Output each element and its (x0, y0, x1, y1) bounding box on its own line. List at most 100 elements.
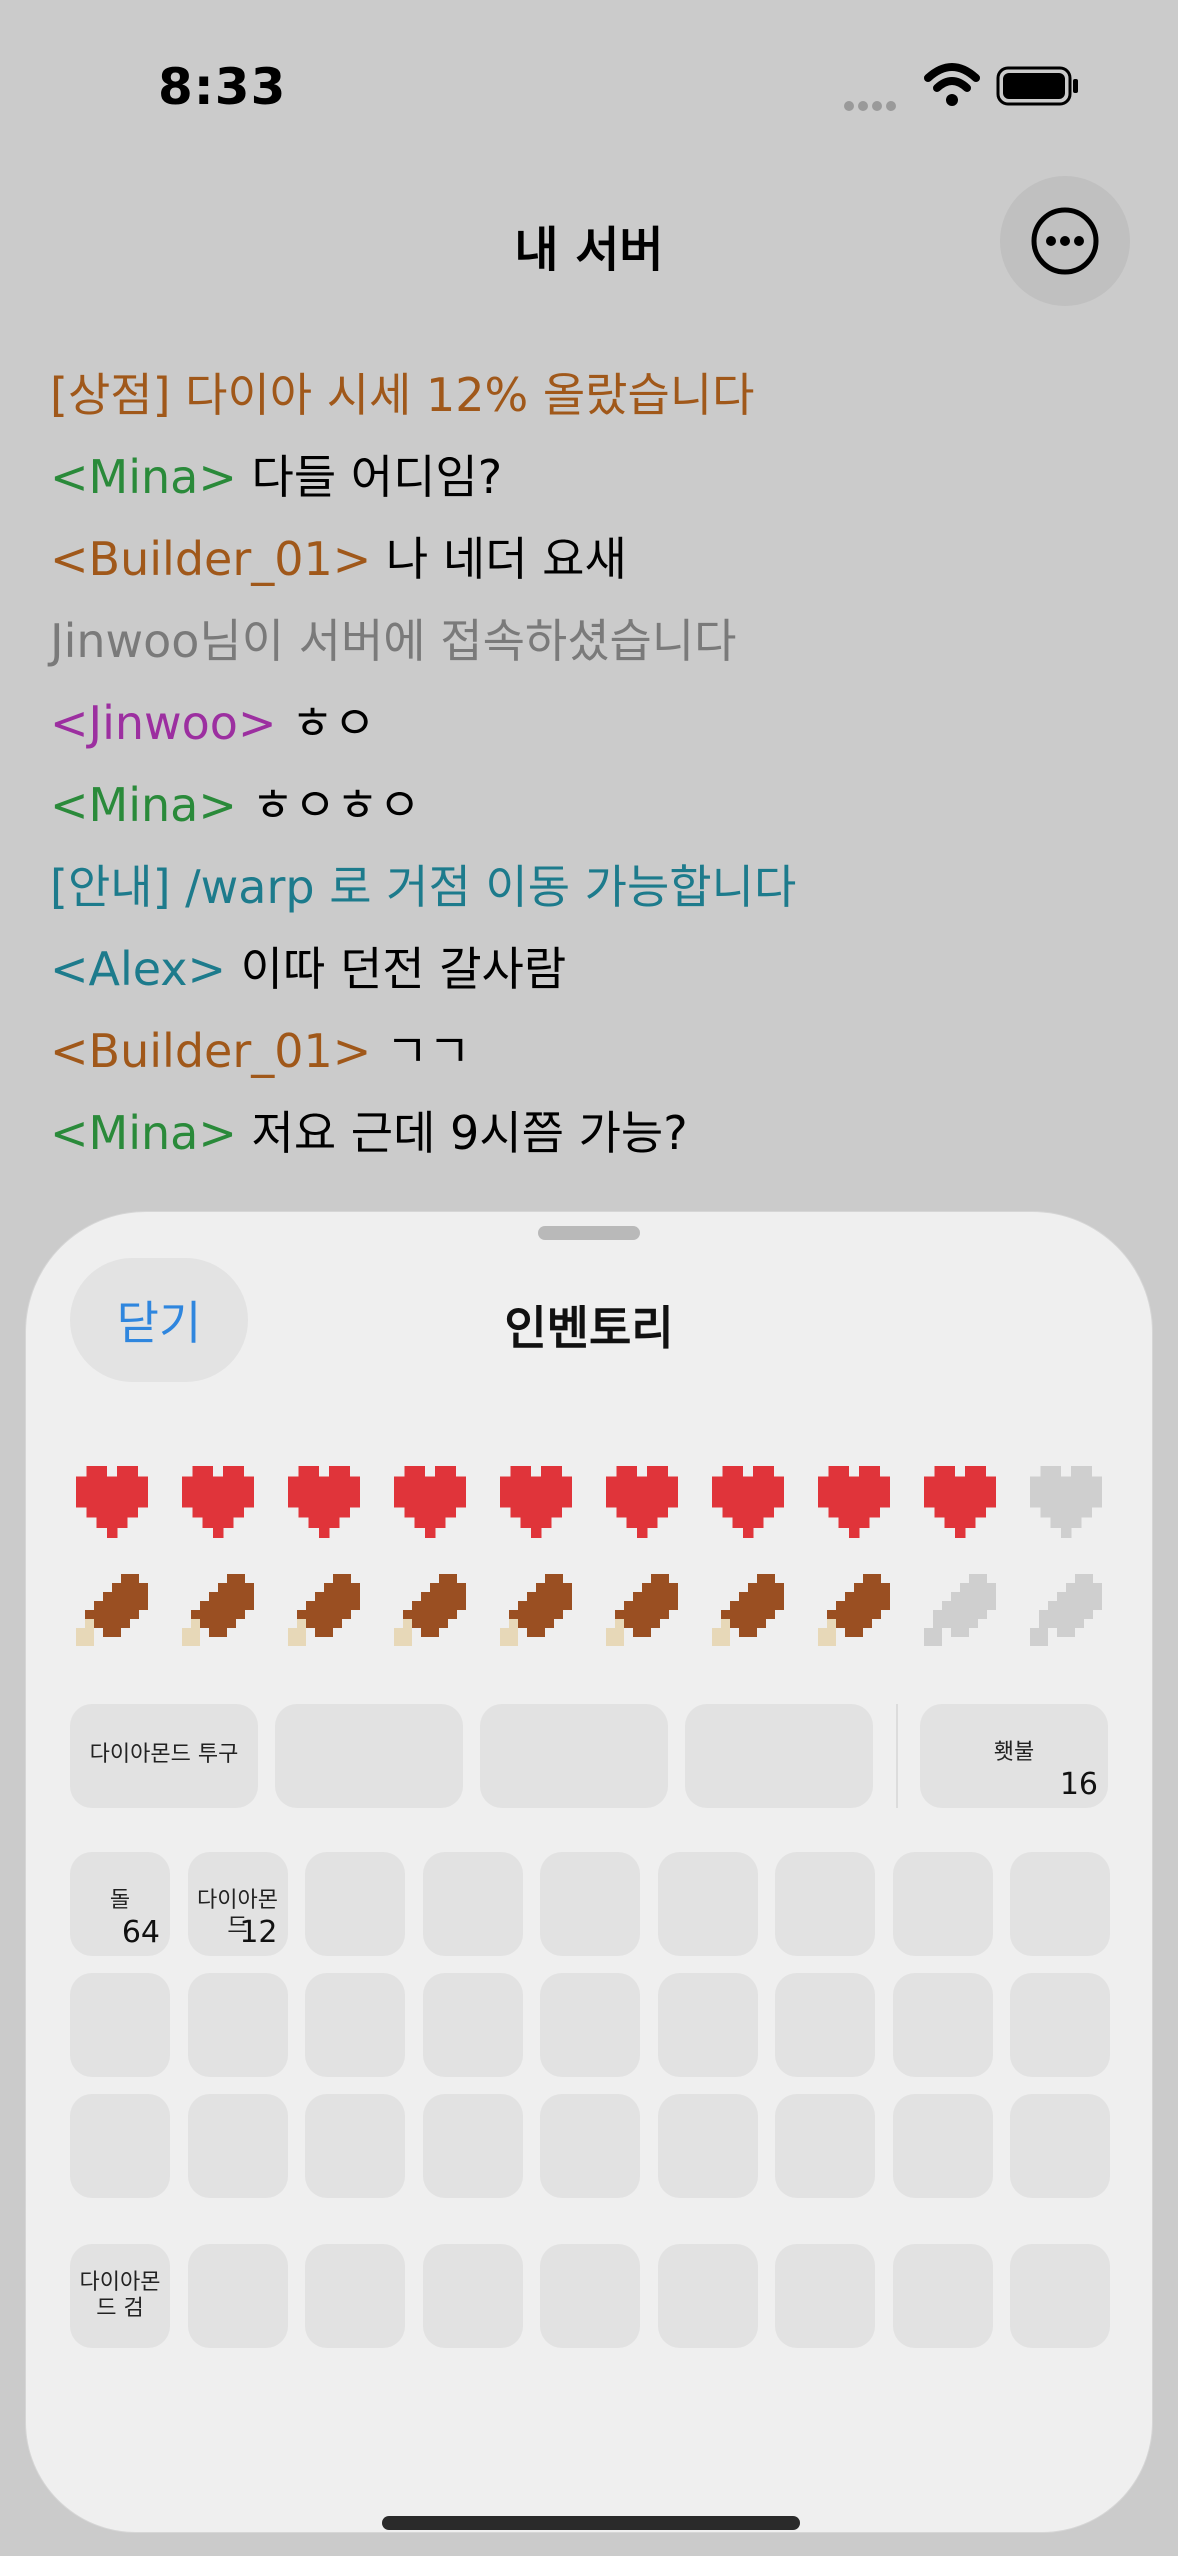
chat-text: 나 네더 요새 (371, 532, 627, 586)
heart-full-icon (394, 1466, 467, 1539)
inventory-slot[interactable] (657, 2094, 758, 2198)
inventory-slot[interactable] (275, 1704, 463, 1808)
inventory-slot[interactable]: 횃불 16 (920, 1704, 1108, 1808)
battery-icon (996, 66, 1078, 106)
inventory-slot[interactable] (540, 2094, 640, 2198)
inventory-slot[interactable] (305, 1973, 405, 2077)
inventory-slot[interactable] (892, 2244, 993, 2348)
inventory-slot[interactable] (1010, 2244, 1110, 2348)
chat-sender: <Alex> (50, 942, 227, 996)
chat-message: <Mina> ㅎㅇㅎㅇ (50, 772, 1150, 854)
inventory-slot[interactable] (187, 1973, 288, 2077)
chat-text: ㅎㅇ (276, 696, 376, 750)
chat-sender: <Mina> (50, 778, 237, 832)
drumstick-full-icon (818, 1574, 891, 1647)
inventory-slot[interactable] (540, 1973, 640, 2077)
inventory-slot[interactable] (305, 2244, 405, 2348)
heart-full-icon (924, 1466, 997, 1539)
chat-sender: <Mina> (50, 1106, 237, 1160)
heart-empty-icon (1030, 1466, 1103, 1539)
inventory-slot[interactable] (685, 1704, 873, 1808)
wifi-icon (924, 63, 980, 106)
chat-message: <Mina> 다들 어디임? (50, 444, 1150, 526)
inventory-slot[interactable] (305, 1852, 405, 1956)
chat-message: <Mina> 저요 근데 9시쯤 가능? (50, 1100, 1150, 1182)
inventory-slot[interactable] (775, 1852, 875, 1956)
chat-message: <Builder_01> 나 네더 요새 (50, 526, 1150, 608)
sheet-title: 인벤토리 (504, 1301, 674, 1355)
inventory-slot[interactable] (305, 2094, 405, 2198)
inventory-slot[interactable] (892, 1973, 993, 2077)
item-name: 돌 (109, 1888, 131, 1913)
drumstick-full-icon (394, 1574, 467, 1647)
heart-full-icon (182, 1466, 255, 1539)
heart-full-icon (76, 1466, 149, 1539)
inventory-slot[interactable] (70, 1973, 170, 2077)
item-count: 64 (121, 1915, 160, 1950)
chat-message: <Alex> 이따 던전 갈사람 (50, 936, 1150, 1018)
chat-sender: <Builder_01> (50, 532, 372, 586)
inventory-slot[interactable] (892, 2094, 993, 2198)
drumstick-empty-icon (1030, 1574, 1103, 1647)
chat-sender: <Mina> (50, 450, 237, 504)
chat-message: Jinwoo님이 서버에 접속하셨습니다 (50, 614, 737, 668)
inventory-slot[interactable]: 돌 64 (70, 1852, 170, 1956)
inventory-slot[interactable] (1010, 1973, 1110, 2077)
heart-full-icon (288, 1466, 361, 1539)
chat-message: [상점] 다이아 시세 12% 올랐습니다 (50, 368, 755, 422)
item-count: 16 (1059, 1767, 1098, 1802)
drumstick-full-icon (288, 1574, 361, 1647)
item-name: 다이아몬드 검 (79, 2270, 161, 2321)
chat-sender: <Builder_01> (50, 1024, 372, 1078)
inventory-slot[interactable] (540, 2244, 640, 2348)
ellipsis-circle-icon (1031, 207, 1099, 275)
drumstick-full-icon (76, 1574, 149, 1647)
drumstick-full-icon (182, 1574, 255, 1647)
inventory-slot[interactable] (1010, 1852, 1110, 1956)
inventory-slot[interactable] (480, 1704, 668, 1808)
status-time: 8:33 (158, 58, 287, 116)
inventory-slot[interactable]: 다이아몬드 12 (187, 1852, 288, 1956)
inventory-slot[interactable] (70, 2094, 170, 2198)
home-indicator[interactable] (382, 2516, 800, 2530)
drumstick-full-icon (712, 1574, 785, 1647)
inventory-slot[interactable] (657, 1973, 758, 2077)
drumstick-empty-icon (924, 1574, 997, 1647)
more-button[interactable] (1000, 176, 1130, 306)
inventory-slot[interactable] (187, 2094, 288, 2198)
chat-message: <Builder_01> ㄱㄱ (50, 1018, 1150, 1100)
drumstick-full-icon (500, 1574, 573, 1647)
health-bar (76, 1466, 1136, 1546)
inventory-slot[interactable] (657, 2244, 758, 2348)
inventory-slot[interactable] (892, 1852, 993, 1956)
chat-text: 이따 던전 갈사람 (226, 942, 567, 996)
chat-text: 저요 근데 9시쯤 가능? (236, 1106, 688, 1160)
heart-full-icon (712, 1466, 785, 1539)
chat-text: ㄱㄱ (371, 1024, 471, 1078)
inventory-slot[interactable] (657, 1852, 758, 1956)
heart-full-icon (500, 1466, 573, 1539)
inventory-slot[interactable] (775, 1973, 875, 2077)
sheet-grabber[interactable] (538, 1226, 640, 1240)
item-name: 횃불 (993, 1740, 1035, 1765)
inventory-slot[interactable] (422, 1852, 523, 1956)
inventory-slot[interactable] (187, 2244, 288, 2348)
inventory-slot[interactable] (540, 1852, 640, 1956)
chat-message: [안내] /warp 로 거점 이동 가능합니다 (50, 860, 797, 914)
drumstick-full-icon (606, 1574, 679, 1647)
chat-message: <Jinwoo> ㅎㅇ (50, 690, 1150, 772)
inventory-slot[interactable] (422, 2244, 523, 2348)
cellular-signal-icon (844, 96, 900, 115)
inventory-slot[interactable] (422, 2094, 523, 2198)
inventory-slot[interactable] (775, 2244, 875, 2348)
chat-text: ㅎㅇㅎㅇ (236, 778, 421, 832)
inventory-slot[interactable]: 다이아몬드 검 (70, 2244, 170, 2348)
hunger-bar (76, 1574, 1136, 1654)
slot-divider (896, 1704, 898, 1808)
inventory-slot[interactable] (775, 2094, 875, 2198)
inventory-slot[interactable]: 다이아몬드 투구 (70, 1704, 258, 1808)
inventory-slot[interactable] (422, 1973, 523, 2077)
item-name: 다이아몬드 투구 (89, 1742, 239, 1767)
inventory-slot[interactable] (1010, 2094, 1110, 2198)
chat-log: [상점] 다이아 시세 12% 올랐습니다 <Mina> 다들 어디임? <Buil… (50, 362, 1150, 1182)
